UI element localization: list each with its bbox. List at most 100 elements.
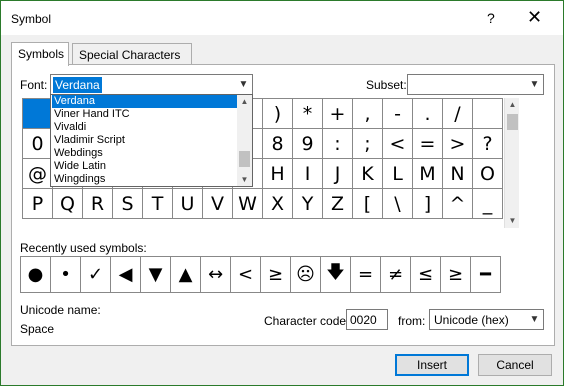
symbol-cell[interactable]: N — [443, 159, 473, 189]
font-option[interactable]: Verdana — [52, 95, 238, 108]
font-option[interactable]: Webdings — [52, 147, 238, 160]
scroll-thumb[interactable] — [239, 151, 250, 167]
symbol-cell[interactable]: > — [443, 129, 473, 159]
symbol-cell[interactable]: ? — [473, 129, 503, 159]
recent-symbol-cell[interactable]: ▼ — [141, 257, 171, 293]
symbol-cell[interactable]: ^ — [443, 189, 473, 219]
symbol-cell[interactable] — [23, 99, 53, 129]
font-list-scrollbar[interactable]: ▲ ▼ — [237, 95, 252, 186]
symbol-cell[interactable]: J — [323, 159, 353, 189]
tab-special-characters[interactable]: Special Characters — [72, 43, 192, 65]
symbol-cell[interactable]: T — [143, 189, 173, 219]
symbol-cell[interactable]: O — [473, 159, 503, 189]
subset-select[interactable]: ▼ — [407, 74, 544, 95]
symbol-cell[interactable]: ; — [353, 129, 383, 159]
symbol-cell[interactable]: : — [323, 129, 353, 159]
font-option[interactable]: Vladimir Script — [52, 134, 238, 147]
tab-special-characters-label: Special Characters — [79, 48, 181, 62]
chevron-down-icon: ▼ — [238, 79, 249, 90]
symbol-cell[interactable]: 0 — [23, 129, 53, 159]
unicode-name-value: Space — [20, 322, 55, 336]
from-select[interactable]: Unicode (hex) ▼ — [429, 309, 544, 330]
font-label: Font: — [20, 78, 48, 92]
symbol-cell[interactable]: 8 — [263, 129, 293, 159]
recent-symbol-cell[interactable]: = — [351, 257, 381, 293]
recent-symbol-cell[interactable]: ━ — [471, 257, 501, 293]
recent-symbol-cell[interactable]: ◀ — [111, 257, 141, 293]
dialog-title: Symbol — [11, 12, 52, 26]
chevron-down-icon: ▼ — [529, 314, 540, 325]
title-bar: Symbol ? ✕ — [1, 1, 563, 35]
symbol-cell[interactable]: . — [413, 99, 443, 129]
recent-symbol-cell[interactable]: 🡇 — [321, 257, 351, 293]
tab-symbols[interactable]: Symbols — [11, 42, 69, 66]
symbol-cell[interactable]: S — [113, 189, 143, 219]
font-dropdown-list[interactable]: Verdana Viner Hand ITC Vivaldi Vladimir … — [50, 94, 253, 187]
recent-symbol-cell[interactable]: ✓ — [81, 257, 111, 293]
symbol-cell[interactable]: V — [203, 189, 233, 219]
help-button[interactable]: ? — [487, 10, 495, 26]
symbol-cell[interactable]: _ — [473, 189, 503, 219]
symbol-cell[interactable]: = — [413, 129, 443, 159]
recent-symbol-cell[interactable]: ≠ — [381, 257, 411, 293]
symbol-cell[interactable]: K — [353, 159, 383, 189]
symbol-cell[interactable]: R — [83, 189, 113, 219]
symbol-cell[interactable]: 9 — [293, 129, 323, 159]
font-option[interactable]: Wide Latin — [52, 160, 238, 173]
symbol-cell[interactable]: H — [263, 159, 293, 189]
symbol-cell[interactable]: X — [263, 189, 293, 219]
recently-used-label: Recently used symbols: — [20, 241, 147, 255]
scroll-down-icon[interactable]: ▼ — [505, 214, 520, 228]
insert-button[interactable]: Insert — [395, 354, 469, 376]
recent-symbol-cell[interactable]: ≤ — [411, 257, 441, 293]
symbol-cell[interactable]: M — [413, 159, 443, 189]
from-label: from: — [398, 314, 426, 328]
character-code-input[interactable]: 0020 — [346, 309, 388, 330]
font-option[interactable]: Wingdings — [52, 173, 238, 186]
recent-symbol-cell[interactable]: ● — [21, 257, 51, 293]
symbol-cell[interactable]: - — [383, 99, 413, 129]
symbol-cell[interactable]: [ — [353, 189, 383, 219]
symbol-cell[interactable]: ) — [263, 99, 293, 129]
recent-symbol-cell[interactable]: ↔ — [201, 257, 231, 293]
symbol-cell[interactable]: , — [353, 99, 383, 129]
symbol-cell[interactable]: W — [233, 189, 263, 219]
symbol-cell[interactable]: + — [323, 99, 353, 129]
recent-symbol-cell[interactable]: ≥ — [441, 257, 471, 293]
symbol-cell[interactable]: \ — [383, 189, 413, 219]
recent-symbol-cell[interactable]: • — [51, 257, 81, 293]
symbol-cell[interactable]: L — [383, 159, 413, 189]
symbol-dialog: Symbol ? ✕ Symbols Special Characters Fo… — [0, 0, 564, 386]
cancel-button[interactable]: Cancel — [478, 354, 552, 376]
font-select[interactable]: Verdana ▼ — [50, 74, 253, 95]
symbol-cell[interactable]: @ — [23, 159, 53, 189]
scroll-thumb[interactable] — [507, 114, 518, 130]
scroll-up-icon[interactable]: ▲ — [505, 98, 520, 112]
symbol-cell[interactable]: / — [443, 99, 473, 129]
font-select-value: Verdana — [53, 77, 102, 93]
font-option[interactable]: Vivaldi — [52, 121, 238, 134]
recent-symbol-cell[interactable]: ≥ — [261, 257, 291, 293]
recently-used-grid[interactable]: ● • ✓ ◀ ▼ ▲ ↔ < ≥ ☹ 🡇 = ≠ ≤ ≥ ━ — [20, 256, 501, 293]
symbol-cell[interactable]: Y — [293, 189, 323, 219]
recent-symbol-cell[interactable]: < — [231, 257, 261, 293]
recent-symbol-cell[interactable]: ▲ — [171, 257, 201, 293]
symbol-cell[interactable]: Q — [53, 189, 83, 219]
symbol-cell[interactable]: * — [293, 99, 323, 129]
symbol-grid-scrollbar[interactable]: ▲ ▼ — [504, 98, 519, 228]
symbol-cell[interactable]: Z — [323, 189, 353, 219]
symbol-cell[interactable]: U — [173, 189, 203, 219]
symbol-cell[interactable]: < — [383, 129, 413, 159]
symbol-cell[interactable]: I — [293, 159, 323, 189]
from-select-value: Unicode (hex) — [434, 313, 509, 327]
symbol-cell[interactable]: ] — [413, 189, 443, 219]
symbol-cell[interactable]: P — [23, 189, 53, 219]
close-button[interactable]: ✕ — [527, 7, 542, 28]
scroll-up-icon[interactable]: ▲ — [237, 95, 252, 108]
symbol-cell[interactable] — [473, 99, 503, 129]
scroll-down-icon[interactable]: ▼ — [237, 173, 252, 186]
chevron-down-icon: ▼ — [529, 79, 540, 90]
font-option[interactable]: Viner Hand ITC — [52, 108, 238, 121]
subset-select-value — [410, 77, 414, 79]
recent-symbol-cell[interactable]: ☹ — [291, 257, 321, 293]
